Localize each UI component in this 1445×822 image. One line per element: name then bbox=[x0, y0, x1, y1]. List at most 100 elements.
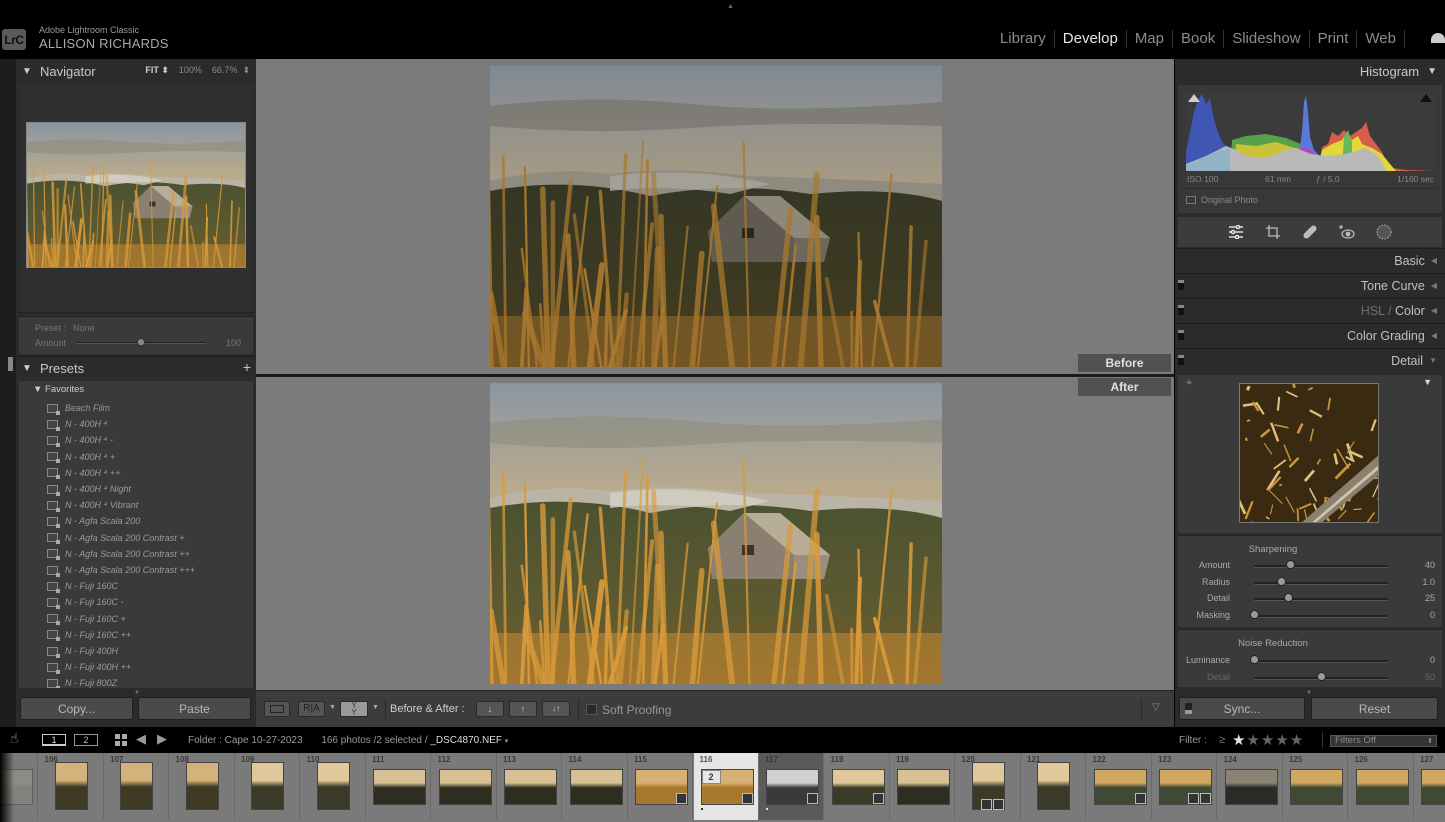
section-detail[interactable]: Detail ▼ bbox=[1175, 348, 1445, 372]
filmstrip-cell[interactable]: 115 bbox=[628, 753, 693, 820]
filmstrip-cell[interactable]: 122 bbox=[1086, 753, 1152, 820]
slider-thumb[interactable] bbox=[1250, 655, 1259, 664]
preset-item[interactable]: N - 400H ⁴ + bbox=[47, 449, 115, 465]
module-slideshow[interactable]: Slideshow bbox=[1224, 30, 1310, 48]
filmstrip-thumbnail[interactable] bbox=[1037, 762, 1070, 810]
expanded-triangle-icon[interactable]: ▼ bbox=[1429, 356, 1437, 365]
develop-adjustments-badge-icon[interactable] bbox=[1134, 793, 1146, 804]
preset-item[interactable]: N - Agfa Scala 200 Contrast + bbox=[47, 530, 184, 546]
filmstrip-thumbnail[interactable] bbox=[120, 762, 153, 810]
slider-value[interactable]: 0 bbox=[1430, 610, 1435, 620]
filmstrip-thumbnail[interactable] bbox=[54, 762, 88, 810]
top-bottom-split-button[interactable]: YY bbox=[340, 701, 368, 717]
expand-triangle-icon[interactable]: ▼ bbox=[22, 66, 36, 77]
histogram-header[interactable]: Histogram ▼ bbox=[1175, 59, 1445, 83]
filmstrip-cell[interactable]: 117 bbox=[759, 753, 824, 820]
filmstrip-thumbnail[interactable] bbox=[185, 762, 219, 810]
module-book[interactable]: Book bbox=[1173, 30, 1225, 48]
filmstrip-cell[interactable]: 113 bbox=[497, 753, 562, 820]
copy-settings-button[interactable]: Copy... bbox=[20, 697, 133, 720]
original-photo-toggle[interactable]: Original Photo bbox=[1186, 195, 1258, 205]
view-mode-dropdown-icon[interactable]: ▼ bbox=[329, 704, 336, 711]
develop-adjustments-badge-icon[interactable] bbox=[676, 793, 687, 804]
filmstrip-cell[interactable]: 107 bbox=[104, 753, 169, 820]
preset-item[interactable]: N - 400H ⁴ bbox=[47, 416, 107, 432]
module-library[interactable]: Library bbox=[992, 30, 1055, 48]
filmstrip-thumbnail[interactable] bbox=[504, 769, 557, 805]
preset-item[interactable]: N - Agfa Scala 200 Contrast ++ bbox=[47, 546, 190, 562]
collapsed-triangle-icon[interactable]: ◀ bbox=[1431, 306, 1437, 315]
filmstrip-thumbnail[interactable] bbox=[1290, 769, 1343, 805]
slider-thumb[interactable] bbox=[1283, 593, 1293, 603]
loupe-view-button[interactable] bbox=[264, 701, 290, 717]
filmstrip-cell[interactable]: 110 bbox=[300, 753, 366, 820]
secondary-window-button[interactable]: 2 bbox=[74, 734, 98, 746]
filmstrip-cell[interactable]: 123 bbox=[1152, 753, 1217, 820]
histogram-graph[interactable] bbox=[1186, 92, 1434, 171]
section-color-grading[interactable]: Color Grading ◀ bbox=[1175, 323, 1445, 347]
module-web[interactable]: Web bbox=[1357, 30, 1405, 48]
panel-grip[interactable] bbox=[8, 357, 13, 371]
filmstrip-cell[interactable]: 111 bbox=[366, 753, 431, 820]
detail-preview-toggle-icon[interactable]: ▼ bbox=[1423, 377, 1432, 387]
next-arrow-icon[interactable]: ▶ bbox=[157, 731, 167, 747]
rating-star-icon[interactable]: ★ bbox=[1232, 732, 1246, 749]
amount-slider-thumb[interactable] bbox=[137, 338, 145, 346]
filmstrip-thumbnail[interactable] bbox=[1355, 769, 1409, 805]
slider-value[interactable]: 50 bbox=[1425, 672, 1435, 682]
navigator-thumbnail[interactable] bbox=[26, 122, 246, 268]
rating-star-icon[interactable]: ★ bbox=[1275, 732, 1289, 749]
slider-thumb[interactable] bbox=[1286, 560, 1296, 569]
filmstrip-cell[interactable]: 109 bbox=[235, 753, 300, 820]
masking-icon[interactable] bbox=[1374, 222, 1394, 242]
preset-item[interactable]: N - 400H ⁴ Vibrant bbox=[47, 497, 138, 513]
module-print[interactable]: Print bbox=[1310, 30, 1358, 48]
rating-filter[interactable]: ★★★★★ bbox=[1232, 731, 1304, 749]
section-toggle-switch[interactable] bbox=[1178, 305, 1184, 315]
slider-thumb[interactable] bbox=[1276, 576, 1286, 586]
filmstrip-cell[interactable]: 119 bbox=[890, 753, 955, 820]
preset-folder-favorites[interactable]: ▼ Favorites bbox=[33, 384, 84, 395]
collapsed-triangle-icon[interactable]: ◀ bbox=[1431, 256, 1437, 265]
preset-item[interactable]: N - Fuji 400H ++ bbox=[47, 659, 131, 675]
previous-arrow-icon[interactable]: ◀ bbox=[136, 731, 146, 747]
section-toggle-switch[interactable] bbox=[1178, 280, 1184, 290]
collapse-triangle-icon[interactable]: ▼ bbox=[1427, 66, 1437, 77]
filter-preset-select[interactable]: Filters Off ⬍ bbox=[1330, 735, 1437, 747]
filmstrip-thumbnail[interactable] bbox=[373, 769, 426, 805]
filmstrip-cell[interactable]: 125 bbox=[1283, 753, 1348, 820]
module-map[interactable]: Map bbox=[1127, 30, 1173, 48]
preset-item[interactable]: N - Agfa Scala 200 Contrast +++ bbox=[47, 562, 195, 578]
slider-track[interactable] bbox=[1254, 660, 1388, 663]
toolbar-options-dropdown-icon[interactable]: ▽ bbox=[1152, 702, 1160, 713]
preset-item[interactable]: N - Fuji 160C bbox=[47, 578, 118, 594]
filmstrip-cell[interactable]: 126 bbox=[1348, 753, 1414, 820]
healing-icon[interactable] bbox=[1300, 222, 1320, 242]
add-preset-icon[interactable]: + bbox=[243, 359, 251, 375]
sync-button[interactable]: Sync... bbox=[1179, 697, 1305, 720]
rating-star-icon[interactable]: ★ bbox=[1290, 732, 1304, 749]
main-window-button[interactable]: 1 bbox=[42, 734, 66, 746]
filmstrip-thumbnail[interactable] bbox=[1421, 769, 1445, 805]
preset-item[interactable]: N - Fuji 400H bbox=[47, 643, 118, 659]
collapsed-triangle-icon[interactable]: ◀ bbox=[1431, 331, 1437, 340]
filmstrip-thumbnail[interactable] bbox=[569, 769, 623, 805]
crop-badge-icon[interactable] bbox=[980, 799, 992, 810]
filmstrip-cell[interactable]: 118 bbox=[824, 753, 890, 820]
cloud-sync-icon[interactable] bbox=[1431, 33, 1445, 43]
soft-proofing-checkbox[interactable] bbox=[586, 704, 597, 715]
detail-zoom-preview[interactable] bbox=[1239, 383, 1379, 523]
paste-settings-button[interactable]: Paste bbox=[138, 697, 251, 720]
section-basic[interactable]: Basic ◀ bbox=[1175, 248, 1445, 272]
slider-value[interactable]: 40 bbox=[1425, 560, 1435, 570]
edit-sliders-icon[interactable] bbox=[1226, 222, 1246, 242]
filmstrip-cell[interactable]: 106 bbox=[38, 753, 104, 820]
copy-after-to-before-button[interactable]: ↑ bbox=[509, 701, 537, 717]
collapse-top-panel-icon[interactable]: ▲ bbox=[727, 3, 734, 10]
preset-item[interactable]: Beach Film bbox=[47, 400, 110, 416]
preset-item[interactable]: N - Agfa Scala 200 bbox=[47, 513, 140, 529]
filmstrip-thumbnail[interactable] bbox=[1224, 769, 1278, 805]
filmstrip-cell[interactable]: 116 2 bbox=[693, 753, 759, 820]
section-toggle-switch[interactable] bbox=[1178, 355, 1184, 365]
before-photo[interactable] bbox=[490, 66, 942, 367]
